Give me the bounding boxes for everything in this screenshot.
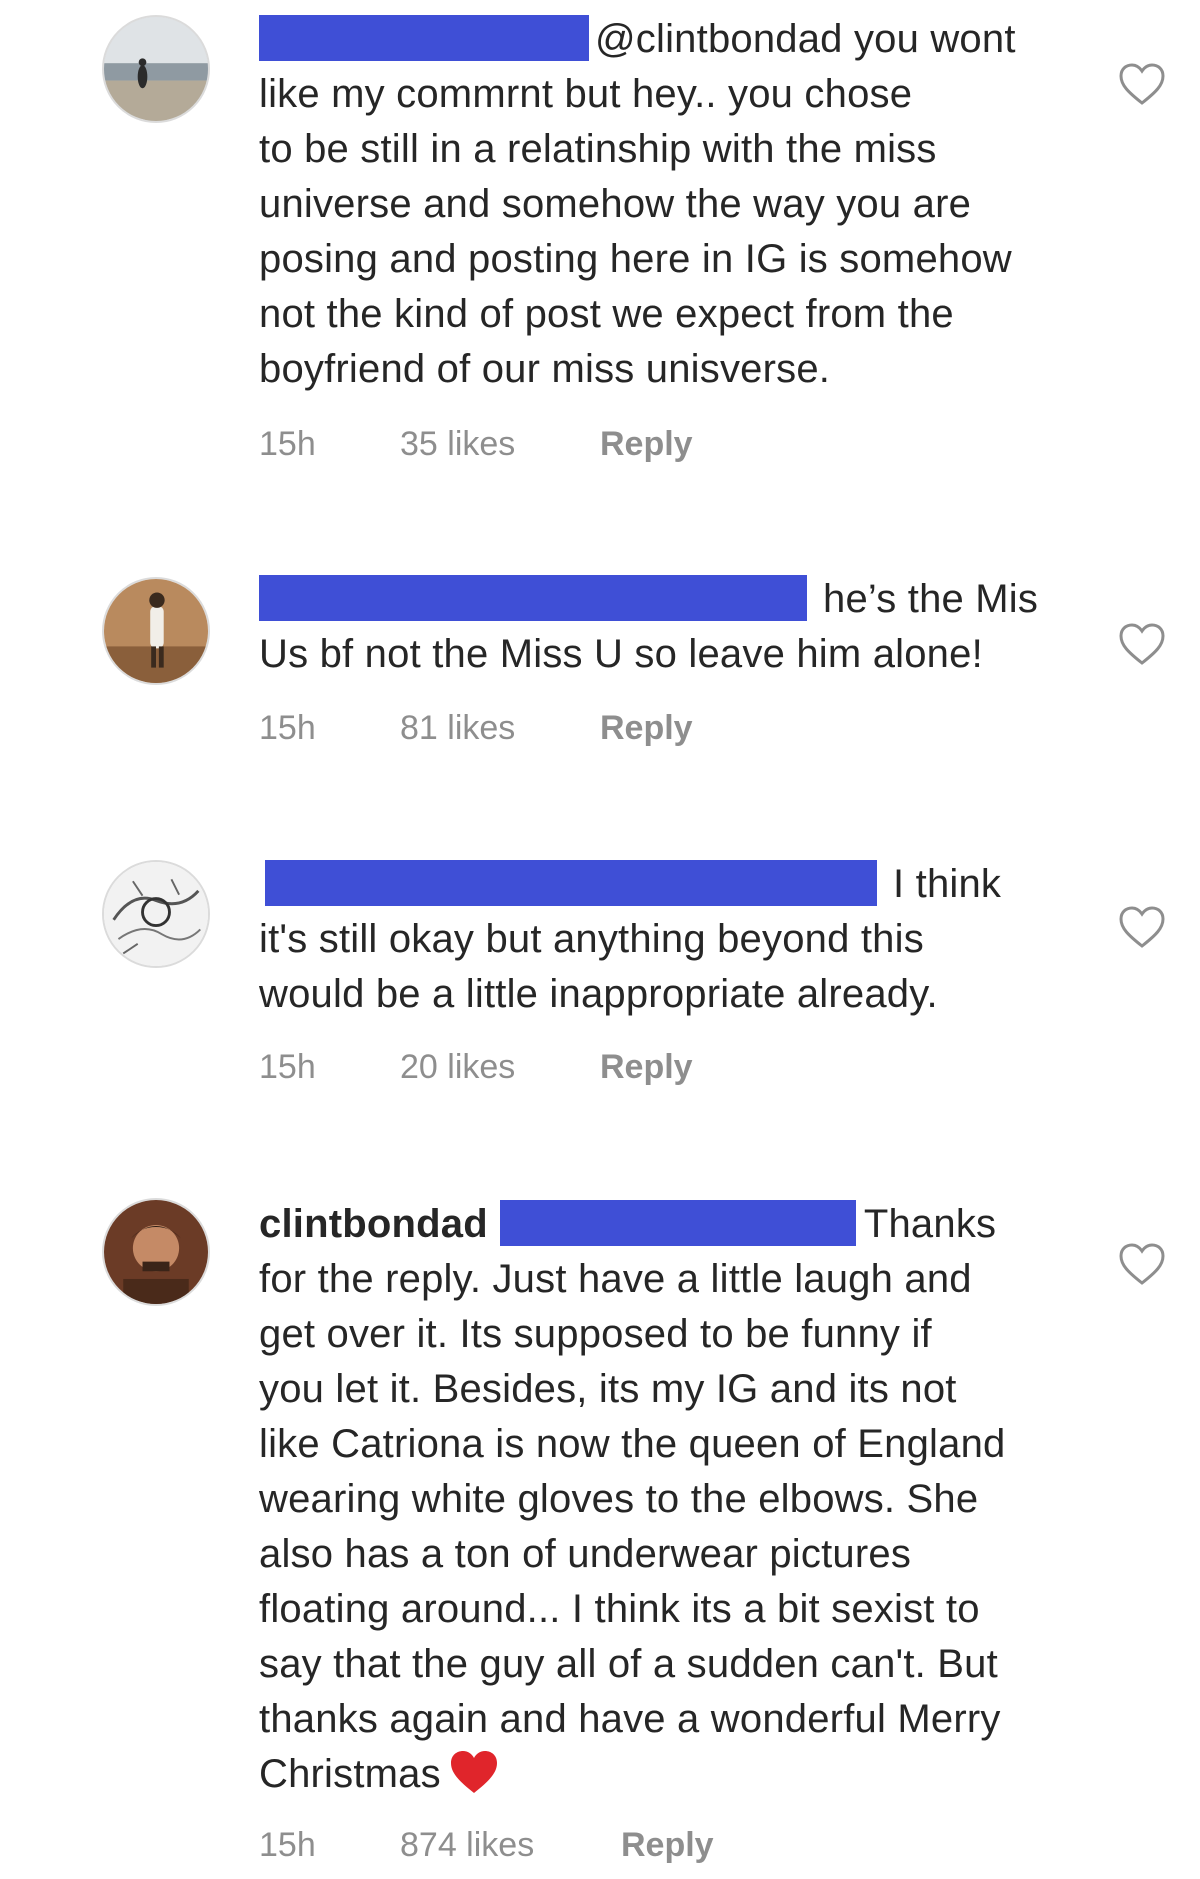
reply-button[interactable]: Reply [621,1826,714,1865]
reply-button[interactable]: Reply [600,1048,693,1087]
comment-line: you let it. Besides, its my IG and its n… [259,1367,957,1411]
avatar[interactable] [102,1198,210,1306]
comment-line: wearing white gloves to the elbows. She [259,1477,979,1521]
comment-text: he’s the Mis Us bf not the Miss U so lea… [259,572,1069,682]
like-count[interactable]: 874 likes [400,1826,534,1865]
comment-line-text: you wont [842,17,1016,61]
redacted-username [259,15,589,61]
comment-line: @clintbondad you wont [259,12,1069,67]
redacted-username [499,1200,856,1246]
reply-button[interactable]: Reply [600,709,693,748]
comment-line: like my commrnt but hey.. you chose [259,72,913,116]
comment-line: universe and somehow the way you are [259,182,972,226]
comment-line: like Catriona is now the queen of Englan… [259,1422,1006,1466]
comment-line: Us bf not the Miss U so leave him alone! [259,632,983,676]
comment-line: thanks again and have a wonderful Merry [259,1697,1001,1741]
avatar[interactable] [102,860,210,968]
comment-line: for the reply. Just have a little laugh … [259,1257,972,1301]
comment-line: say that the guy all of a sudden can't. … [259,1642,998,1686]
comment-line: he’s the Mis [259,572,1069,627]
comment-line: it's still okay but anything beyond this [259,917,924,961]
comment-line-text: I think [893,862,1002,906]
like-count[interactable]: 35 likes [400,425,515,464]
comment-line: to be still in a relatinship with the mi… [259,127,937,171]
comment-time: 15h [259,709,316,747]
comment-line-text: he’s the Mis [823,577,1039,621]
comment-line-text: Christmas [259,1752,441,1796]
comment-line: floating around... I think its a bit sex… [259,1587,980,1631]
comment-line: not the kind of post we expect from the [259,292,954,336]
comment-time: 15h [259,1826,316,1864]
comment-text: clintbondad Thanks for the reply. Just ha… [259,1197,1069,1802]
avatar-photo-person [104,579,208,683]
comment-time: 15h [259,425,316,463]
comment-line: Christmas [259,1747,1069,1802]
redacted-username [259,575,807,621]
heart-outline-icon[interactable] [1118,622,1166,666]
comment-time: 15h [259,1048,316,1086]
comment-line: would be a little inappropriate already. [259,972,938,1016]
comment-text: @clintbondad you wont like my commrnt bu… [259,12,1069,397]
avatar-photo-man [104,1200,208,1304]
mention-link[interactable]: @clintbondad [595,17,843,61]
comment-line: boyfriend of our miss unisverse. [259,347,831,391]
comment-text: I think it's still okay but anything bey… [259,857,1069,1022]
heart-outline-icon[interactable] [1118,1242,1166,1286]
heart-outline-icon[interactable] [1118,62,1166,106]
comment-line: posing and posting here in IG is somehow [259,237,1012,281]
avatar[interactable] [102,15,210,123]
redacted-username [265,860,877,906]
avatar[interactable] [102,577,210,685]
comment-line: also has a ton of underwear pictures [259,1532,912,1576]
comment-line: clintbondad Thanks [259,1197,1069,1252]
avatar-photo-sketch [104,862,208,966]
heart-outline-icon[interactable] [1118,905,1166,949]
comment-line-text: Thanks [863,1202,997,1246]
like-count[interactable]: 20 likes [400,1048,515,1087]
comment-username[interactable]: clintbondad [259,1202,488,1246]
comment-line: I think [259,857,1069,912]
red-heart-emoji [450,1751,497,1793]
avatar-photo-beach [104,17,208,121]
comment-line: get over it. Its supposed to be funny if [259,1312,932,1356]
like-count[interactable]: 81 likes [400,709,515,748]
reply-button[interactable]: Reply [600,425,693,464]
